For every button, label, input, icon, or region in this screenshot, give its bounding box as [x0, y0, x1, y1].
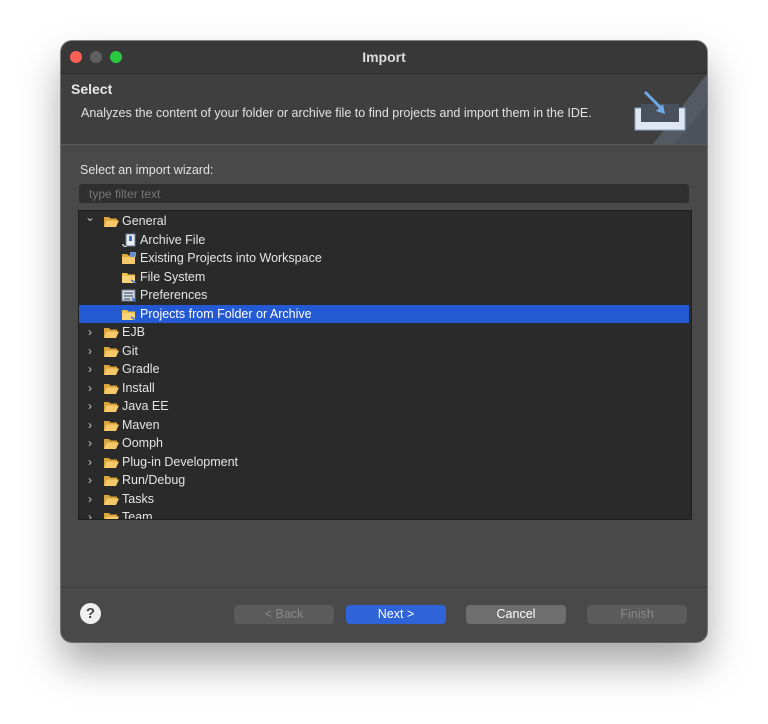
help-icon[interactable]: ? — [80, 603, 101, 624]
tree-item-label: File System — [140, 269, 206, 284]
chevron-right-icon[interactable]: › — [83, 508, 97, 519]
tree-item[interactable]: File System — [79, 268, 689, 287]
tree-item-label: Team — [122, 510, 153, 520]
page-description: Analyzes the content of your folder or a… — [81, 106, 592, 120]
tree-item-label: Git — [122, 343, 138, 358]
folder-open-icon — [104, 346, 119, 357]
chevron-right-icon[interactable]: › — [83, 471, 97, 489]
projects-folder-icon — [122, 252, 136, 264]
tree-item[interactable]: Existing Projects into Workspace — [79, 249, 689, 268]
folder-open-icon — [104, 439, 119, 449]
tree-item[interactable]: › Maven — [79, 416, 689, 435]
chevron-right-icon[interactable]: › — [83, 379, 97, 397]
tree-item-label: Gradle — [122, 362, 160, 376]
import-wizard-banner-icon — [634, 74, 707, 144]
window-title: Import — [362, 49, 406, 65]
folder-open-icon — [104, 420, 119, 431]
tree-item-label: Archive File — [140, 232, 206, 247]
folder-open-icon — [104, 402, 119, 412]
chevron-right-icon[interactable]: › — [83, 360, 97, 378]
tree-item-label: Java EE — [122, 399, 169, 413]
folder-open-icon — [104, 494, 119, 505]
tree-item[interactable]: › Git — [79, 342, 689, 361]
page-title: Select — [71, 81, 113, 97]
folder-open-icon — [104, 383, 119, 394]
tree-item-label: EJB — [122, 325, 145, 339]
tree-item[interactable]: › Team — [79, 508, 689, 520]
next-button[interactable]: Next > — [346, 605, 446, 624]
chevron-right-icon[interactable]: › — [83, 342, 97, 360]
tree-item[interactable]: Preferences — [79, 286, 689, 305]
tree-item-label: General — [122, 214, 167, 228]
tree-item[interactable]: Projects from Folder or Archive — [79, 304, 689, 323]
tree-item-label: Run/Debug — [122, 473, 186, 487]
archive-file-icon — [122, 233, 136, 247]
import-dialog: Import Select Analyzes the content of yo… — [61, 41, 707, 642]
folder-open-icon — [104, 328, 119, 338]
tree-item[interactable]: › Tasks — [79, 490, 689, 509]
tree-item[interactable]: › Plug-in Development — [79, 453, 689, 472]
footer-divider — [61, 587, 707, 588]
folder-icon — [122, 309, 137, 321]
filter-input[interactable] — [79, 184, 689, 203]
back-button[interactable]: < Back — [234, 605, 334, 624]
chevron-right-icon[interactable]: › — [83, 490, 97, 508]
import-wizard-label: Select an import wizard: — [80, 163, 214, 177]
folder-open-icon — [104, 217, 119, 227]
title-bar[interactable]: Import — [61, 41, 707, 74]
preferences-icon — [121, 289, 137, 302]
tree-item-label: Preferences — [140, 288, 208, 302]
cancel-button[interactable]: Cancel — [466, 605, 566, 624]
chevron-right-icon[interactable]: › — [83, 434, 97, 452]
folder-open-icon — [104, 513, 119, 519]
tree-item-label: Oomph — [122, 436, 163, 450]
tree-item[interactable]: › Oomph — [79, 434, 689, 453]
tree-item[interactable]: › EJB — [79, 323, 689, 342]
chevron-right-icon[interactable]: › — [83, 416, 97, 434]
tree-item-label: Plug-in Development — [122, 454, 239, 469]
folder-open-icon — [104, 457, 119, 468]
chevron-down-icon[interactable]: ⌄ — [83, 211, 97, 226]
folder-open-icon — [104, 476, 119, 486]
tree-item-label: Install — [122, 380, 155, 395]
finish-button[interactable]: Finish — [587, 605, 687, 624]
tree-item[interactable]: Archive File — [79, 231, 689, 250]
tree-item[interactable]: › Run/Debug — [79, 471, 689, 490]
tree-item[interactable]: › Install — [79, 379, 689, 398]
tree-item-label: Projects from Folder or Archive — [140, 306, 312, 321]
wizard-tree[interactable]: ⌄ General Archive File Existing Projects in… — [78, 210, 692, 520]
tree-item-label: Tasks — [122, 491, 154, 506]
chevron-right-icon[interactable]: › — [83, 323, 97, 341]
tree-item[interactable]: ⌄ General — [79, 211, 689, 231]
tree-item[interactable]: › Gradle — [79, 360, 689, 379]
folder-icon — [122, 272, 137, 284]
wizard-header: Select Analyzes the content of your fold… — [61, 74, 707, 145]
tree-item-label: Existing Projects into Workspace — [140, 251, 322, 265]
folder-open-icon — [104, 365, 119, 375]
chevron-right-icon[interactable]: › — [83, 397, 97, 415]
tree-item-label: Maven — [122, 417, 160, 432]
tree-item[interactable]: › Java EE — [79, 397, 689, 416]
chevron-right-icon[interactable]: › — [83, 453, 97, 471]
